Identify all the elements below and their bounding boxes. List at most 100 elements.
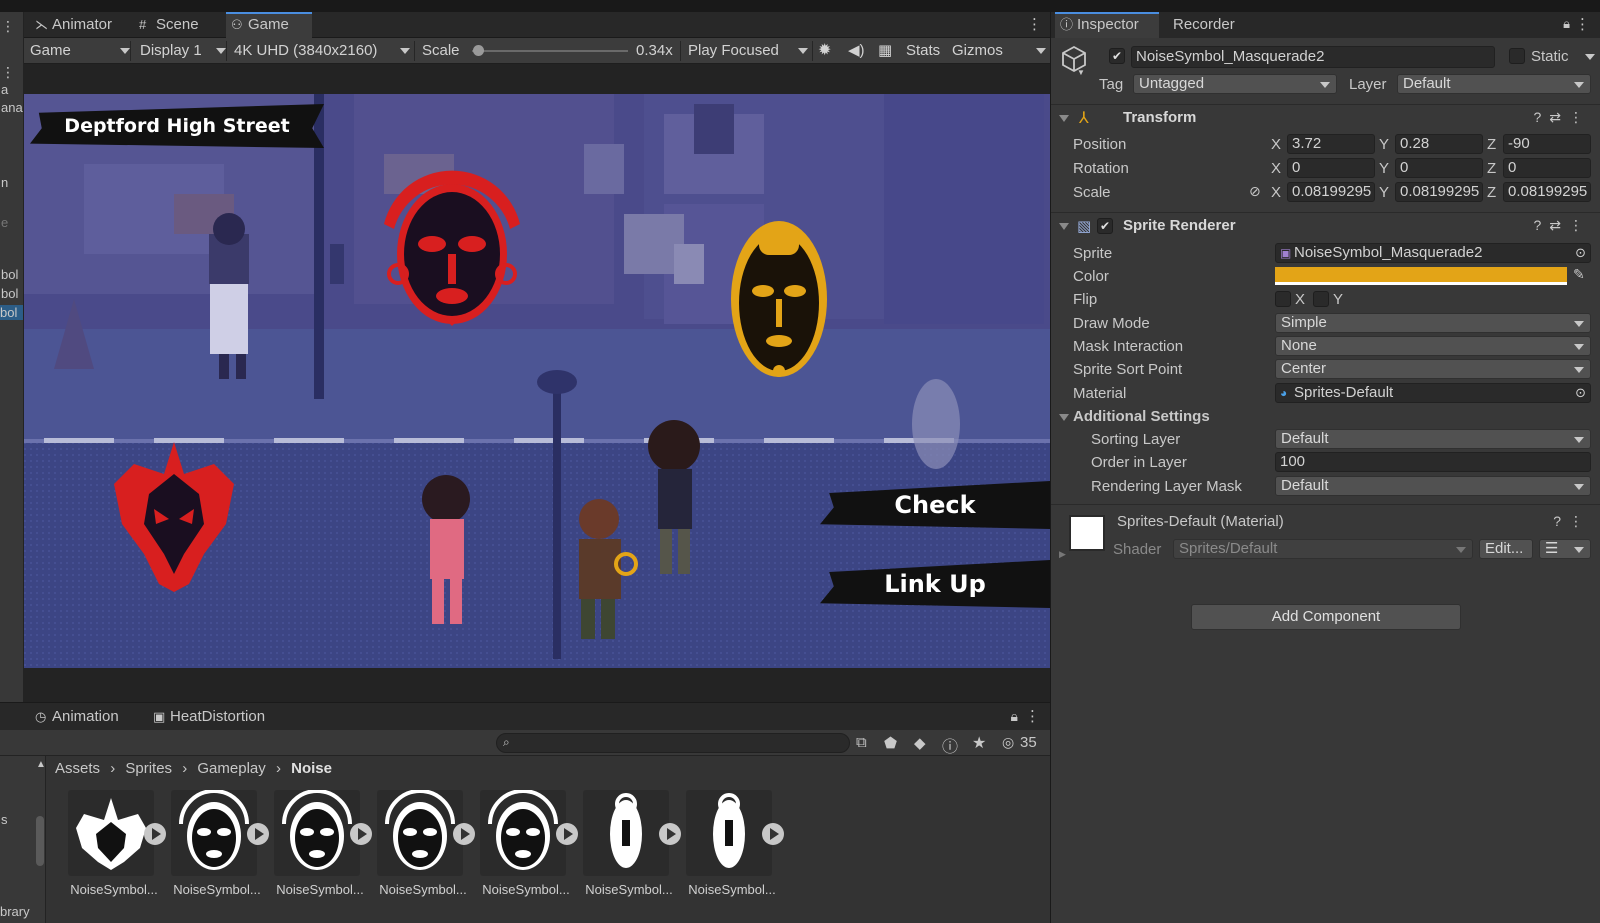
favorite-star-icon[interactable]: ★ bbox=[972, 733, 986, 753]
edit-shader-button[interactable]: Edit... bbox=[1479, 539, 1533, 559]
sprite-sort-point-dropdown[interactable]: Center bbox=[1275, 359, 1591, 379]
hierarchy-text-fragment[interactable]: bol bbox=[1, 286, 18, 301]
expand-sprite-play-icon[interactable] bbox=[762, 823, 784, 845]
resolution-dropdown[interactable]: 4K UHD (3840x2160) bbox=[234, 38, 412, 64]
asset-tile[interactable]: NoiseSymbol... bbox=[686, 790, 784, 905]
asset-thumbnail[interactable] bbox=[171, 789, 257, 876]
tag-icon[interactable]: ◆ bbox=[914, 734, 926, 752]
rotation-x-field[interactable]: 0 bbox=[1287, 158, 1375, 178]
bug-icon[interactable]: ✹ bbox=[818, 38, 831, 64]
rendering-layer-mask-dropdown[interactable]: Default bbox=[1275, 476, 1591, 496]
asset-tile[interactable]: NoiseSymbol... bbox=[68, 790, 166, 905]
folder-tree-scrollbar[interactable] bbox=[36, 816, 44, 866]
hierarchy-text-fragment[interactable]: a bbox=[1, 82, 8, 97]
search-by-type-icon[interactable]: ⧉ bbox=[856, 734, 867, 751]
asset-tile[interactable]: NoiseSymbol... bbox=[274, 789, 372, 905]
tab-animation[interactable]: ◷ Animation bbox=[30, 703, 134, 731]
filter-by-label-icon[interactable]: ⬟ bbox=[884, 734, 897, 752]
shader-options-dropdown[interactable]: ☰ bbox=[1539, 539, 1591, 559]
expand-sprite-play-icon[interactable] bbox=[659, 823, 681, 845]
sorting-layer-dropdown[interactable]: Default bbox=[1275, 429, 1591, 449]
audio-mute-icon[interactable]: ◀) bbox=[848, 38, 865, 64]
asset-thumbnail[interactable] bbox=[480, 789, 566, 876]
breadcrumb-item[interactable]: Assets bbox=[55, 760, 100, 777]
color-swatch[interactable] bbox=[1275, 267, 1567, 285]
material-header-icons[interactable]: ?⋮ bbox=[1553, 513, 1591, 530]
panel-menu-icon-2[interactable]: ⋮ bbox=[1, 64, 15, 81]
material-fold-chevron-icon[interactable]: ▶ bbox=[1059, 549, 1066, 560]
game-view-render[interactable]: Deptford High Street Check Link Up bbox=[24, 94, 1050, 668]
hierarchy-text-fragment[interactable]: e bbox=[1, 215, 8, 230]
breadcrumb-item[interactable]: Gameplay bbox=[197, 760, 265, 777]
fold-chevron-icon[interactable] bbox=[1059, 414, 1069, 421]
object-picker-icon[interactable]: ⊙ bbox=[1575, 384, 1586, 402]
gizmos-button[interactable]: Gizmos bbox=[952, 38, 1003, 64]
rotation-y-field[interactable]: 0 bbox=[1395, 158, 1483, 178]
asset-thumbnail[interactable] bbox=[377, 789, 463, 876]
flip-x-checkbox[interactable] bbox=[1275, 291, 1291, 307]
hierarchy-text-fragment[interactable]: n bbox=[1, 175, 8, 190]
position-z-field[interactable]: -90 bbox=[1503, 134, 1591, 154]
expand-sprite-play-icon[interactable] bbox=[247, 823, 269, 845]
scale-slider-handle[interactable] bbox=[473, 45, 485, 56]
more-options-icon[interactable]: ⋮ bbox=[1575, 15, 1590, 33]
tab-game[interactable]: ⚇ Game bbox=[226, 12, 312, 38]
search-input[interactable]: ⌕ bbox=[496, 733, 850, 753]
draw-mode-dropdown[interactable]: Simple bbox=[1275, 313, 1591, 333]
more-options-icon[interactable]: ⋮ bbox=[1025, 707, 1040, 725]
folder-tree-fragment[interactable]: brary bbox=[0, 904, 30, 919]
tab-inspector[interactable]: ⓘ Inspector bbox=[1055, 12, 1159, 38]
flip-y-checkbox[interactable] bbox=[1313, 291, 1329, 307]
position-x-field[interactable]: 3.72 bbox=[1287, 134, 1375, 154]
sprite-renderer-header[interactable]: ▧ ✔ Sprite Renderer ?⇄⋮ bbox=[1051, 212, 1600, 238]
folder-tree-fragment[interactable]: s bbox=[1, 812, 8, 827]
asset-tile[interactable]: NoiseSymbol... bbox=[480, 789, 578, 905]
mask-interaction-dropdown[interactable]: None bbox=[1275, 336, 1591, 356]
asset-thumbnail[interactable] bbox=[686, 790, 772, 876]
expand-sprite-play-icon[interactable] bbox=[453, 823, 475, 845]
order-in-layer-field[interactable]: 100 bbox=[1275, 452, 1591, 472]
active-checkbox[interactable]: ✔ bbox=[1109, 48, 1125, 64]
rotation-z-field[interactable]: 0 bbox=[1503, 158, 1591, 178]
scale-z-field[interactable]: 0.08199295 bbox=[1503, 182, 1591, 202]
tab-recorder[interactable]: Recorder bbox=[1161, 12, 1261, 38]
position-y-field[interactable]: 0.28 bbox=[1395, 134, 1483, 154]
tab-animator[interactable]: ⋋ Animator bbox=[30, 12, 132, 38]
tab-heatdistortion[interactable]: ▣ HeatDistortion bbox=[148, 703, 282, 731]
static-chevron-down-icon[interactable] bbox=[1585, 54, 1595, 60]
component-header-icons[interactable]: ?⇄⋮ bbox=[1533, 109, 1591, 126]
asset-thumbnail[interactable] bbox=[68, 790, 154, 876]
expand-sprite-play-icon[interactable] bbox=[144, 823, 166, 845]
add-component-button[interactable]: Add Component bbox=[1191, 604, 1461, 630]
transform-header[interactable]: ⅄ Transform ?⇄⋮ bbox=[1051, 104, 1600, 130]
breadcrumb-item-current[interactable]: Noise bbox=[291, 760, 332, 777]
gizmos-chevron-down-icon[interactable] bbox=[1036, 48, 1046, 54]
object-name-field[interactable]: NoiseSymbol_Masquerade2 bbox=[1131, 46, 1495, 68]
expand-sprite-play-icon[interactable] bbox=[350, 823, 372, 845]
shader-dropdown[interactable]: Sprites/Default bbox=[1173, 539, 1473, 559]
tab-scene[interactable]: # Scene bbox=[134, 12, 222, 38]
hierarchy-text-fragment-selected[interactable]: bol bbox=[0, 305, 23, 320]
more-options-icon[interactable]: ⋮ bbox=[1027, 15, 1042, 33]
warning-icon[interactable]: ⓘ bbox=[942, 733, 958, 757]
asset-thumbnail[interactable] bbox=[583, 790, 669, 876]
grid-icon[interactable]: ▦ bbox=[878, 38, 892, 64]
constrain-proportions-link-icon[interactable]: ⊘ bbox=[1249, 183, 1261, 200]
scale-y-field[interactable]: 0.08199295 bbox=[1395, 182, 1483, 202]
asset-tile[interactable]: NoiseSymbol... bbox=[583, 790, 681, 905]
play-mode-dropdown[interactable]: Play Focused bbox=[688, 38, 810, 64]
layer-dropdown[interactable]: Default bbox=[1397, 74, 1591, 94]
lock-icon[interactable]: 🔒︎ bbox=[1563, 16, 1570, 32]
tag-dropdown[interactable]: Untagged bbox=[1133, 74, 1337, 94]
additional-settings-foldout[interactable]: Additional Settings bbox=[1073, 408, 1210, 425]
chevron-down-icon[interactable]: ▼ bbox=[1077, 68, 1085, 77]
eyedropper-icon[interactable]: ✎ bbox=[1573, 266, 1585, 283]
asset-tile[interactable]: NoiseSymbol... bbox=[171, 789, 269, 905]
scroll-up-icon[interactable]: ▲ bbox=[36, 759, 46, 770]
stats-button[interactable]: Stats bbox=[906, 38, 940, 64]
display-dropdown[interactable]: Display 1 bbox=[140, 38, 226, 64]
lock-icon[interactable]: 🔒︎ bbox=[1011, 708, 1018, 725]
scale-slider-track[interactable] bbox=[472, 50, 628, 52]
breadcrumb-item[interactable]: Sprites bbox=[125, 760, 172, 777]
material-object-field[interactable]: ◕ Sprites-Default ⊙ bbox=[1275, 383, 1591, 403]
